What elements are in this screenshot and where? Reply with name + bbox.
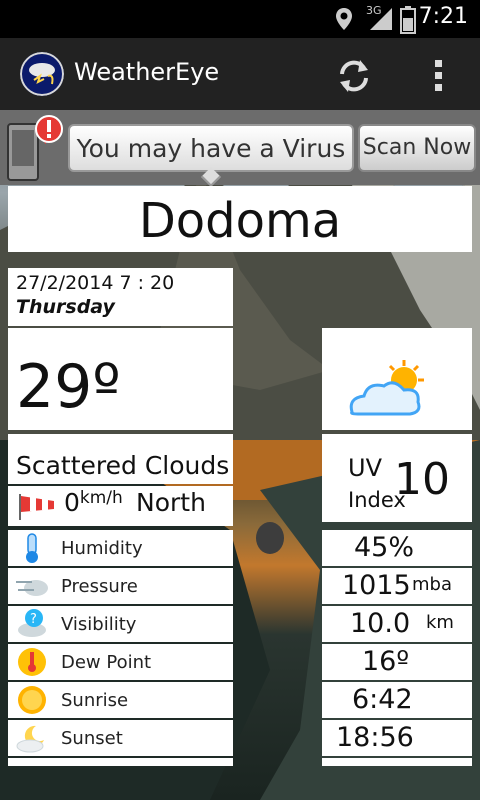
left-column-footer (8, 758, 233, 766)
humidity-row: Humidity (8, 530, 233, 566)
question-cloud-icon: ? (18, 609, 46, 637)
wind-unit: km/h (79, 488, 123, 508)
ad-message[interactable]: You may have a Virus (68, 124, 354, 172)
action-bar: WeatherEye (0, 38, 480, 110)
visibility-row: ? Visibility (8, 606, 233, 642)
app-logo-icon[interactable] (20, 52, 64, 96)
weather-icon-panel (322, 328, 472, 430)
pressure-unit: mba (412, 574, 452, 595)
partly-cloudy-icon (349, 360, 424, 416)
visibility-value: 10.0 (350, 608, 411, 639)
humidity-label: Humidity (61, 538, 143, 559)
day-text: Thursday (16, 296, 115, 318)
right-column-footer (322, 758, 472, 766)
dew-point-value-box: 16º (322, 644, 472, 680)
sunrise-value-box: 6:42 (322, 682, 472, 718)
alert-badge-icon (35, 115, 63, 143)
location-icon (336, 8, 352, 30)
humidity-value-box: 45% (322, 530, 472, 566)
uv-label: UV (348, 454, 382, 482)
sunset-row: Sunset (8, 720, 233, 756)
pressure-label: Pressure (61, 576, 138, 597)
sun-thermometer-icon (18, 648, 46, 676)
battery-icon (400, 6, 416, 34)
city-name: Dodoma (8, 186, 472, 252)
condition-text: Scattered Clouds (8, 434, 233, 484)
moon-cloud-icon (16, 725, 44, 753)
windsock-icon (19, 494, 54, 520)
pressure-value: 1015 (342, 570, 411, 601)
refresh-icon[interactable] (334, 56, 374, 96)
uv-index-panel: UV Index 10 (322, 434, 472, 522)
sunset-label: Sunset (61, 728, 123, 749)
dew-point-value: 16º (362, 646, 410, 677)
temperature-value: 29º (16, 352, 121, 422)
visibility-value-box: 10.0 km (322, 606, 472, 642)
wind-direction: North (136, 488, 206, 517)
sunset-value-box: 18:56 (322, 720, 472, 756)
visibility-label: Visibility (61, 614, 137, 635)
sunset-value: 18:56 (336, 722, 414, 753)
uv-value: 10 (394, 454, 450, 505)
sun-icon (18, 686, 46, 714)
pressure-value-box: 1015 mba (322, 568, 472, 604)
humidity-value: 45% (354, 532, 415, 563)
sunrise-row: Sunrise (8, 682, 233, 718)
app-title: WeatherEye (74, 58, 220, 86)
pressure-row: Pressure (8, 568, 233, 604)
thermometer-icon (26, 533, 38, 563)
wind-speed: 0km/h (64, 488, 123, 517)
dew-point-row: Dew Point (8, 644, 233, 680)
sunrise-value: 6:42 (352, 684, 413, 715)
overflow-menu-icon[interactable] (424, 56, 454, 96)
temperature-panel: 29º (8, 328, 233, 430)
svg-text:?: ? (30, 612, 37, 627)
status-bar: 3G 7:21 (0, 0, 480, 38)
clock: 7:21 (418, 4, 468, 29)
signal-icon (370, 8, 392, 30)
dew-point-label: Dew Point (61, 652, 152, 673)
date-panel: 27/2/2014 7 : 20 Thursday (8, 268, 233, 326)
wind-panel: 0km/h North (8, 486, 233, 526)
visibility-unit: km (426, 612, 454, 633)
date-text: 27/2/2014 7 : 20 (16, 272, 175, 294)
scan-now-button[interactable]: Scan Now (358, 124, 476, 172)
wind-cloud-icon (16, 580, 48, 596)
sunrise-label: Sunrise (61, 690, 129, 711)
